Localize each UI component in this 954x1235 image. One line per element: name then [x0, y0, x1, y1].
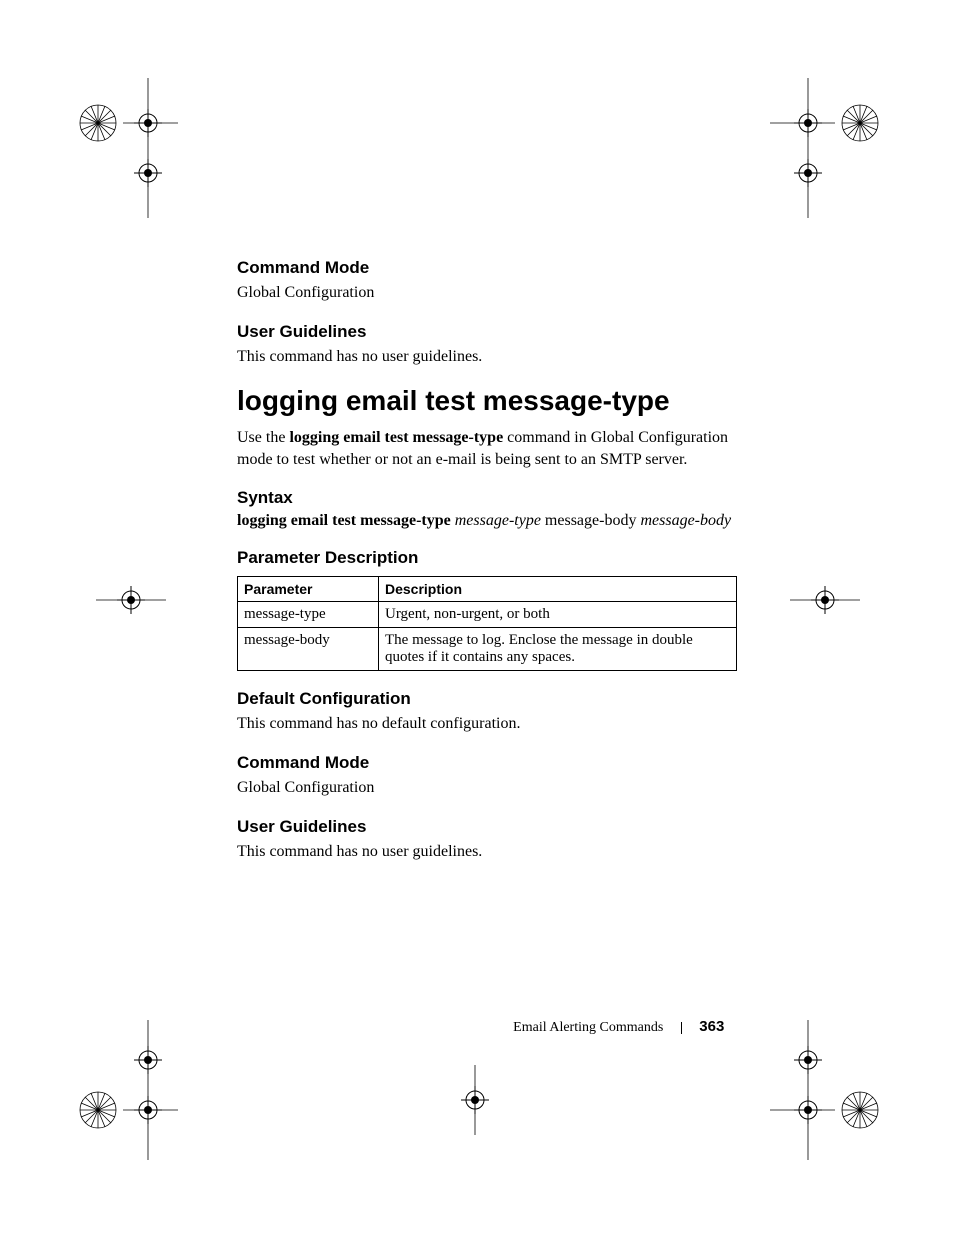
heading-default-config: Default Configuration: [237, 689, 737, 709]
page-footer: Email Alerting Commands 363: [0, 1018, 954, 1036]
cell-desc: Urgent, non-urgent, or both: [379, 602, 737, 628]
crop-mark-mid-left: [96, 580, 166, 620]
heading-user-guidelines-1: User Guidelines: [237, 322, 737, 342]
cell-param: message-body: [238, 628, 379, 671]
heading-user-guidelines-2: User Guidelines: [237, 817, 737, 837]
heading-parameter-description: Parameter Description: [237, 548, 737, 568]
cell-param: message-type: [238, 602, 379, 628]
syntax-cmd: logging email test message-type: [237, 512, 451, 529]
text-default-config: This command has no default configuratio…: [237, 713, 737, 735]
crop-mark-top-left: [78, 78, 178, 218]
text-command-mode-1: Global Configuration: [237, 282, 737, 304]
parameter-table: Parameter Description message-type Urgen…: [237, 576, 737, 671]
text-user-guidelines-2: This command has no user guidelines.: [237, 841, 737, 863]
text-command-mode-2: Global Configuration: [237, 777, 737, 799]
heading-command-mode-2: Command Mode: [237, 753, 737, 773]
crop-mark-top-right: [770, 78, 880, 218]
intro-pre: Use the: [237, 429, 289, 446]
cell-desc: The message to log. Enclose the message …: [379, 628, 737, 671]
text-user-guidelines-1: This command has no user guidelines.: [237, 346, 737, 368]
crop-mark-mid-right: [790, 580, 860, 620]
crop-mark-bottom-left: [78, 1020, 178, 1160]
footer-page-number: 363: [699, 1018, 724, 1035]
crop-mark-bottom-center: [445, 1065, 505, 1135]
syntax-arg1: message-type: [455, 512, 541, 529]
table-header-description: Description: [379, 577, 737, 602]
footer-chapter: Email Alerting Commands: [513, 1020, 663, 1035]
table-header-parameter: Parameter: [238, 577, 379, 602]
heading-syntax: Syntax: [237, 488, 737, 508]
heading-main: logging email test message-type: [237, 385, 737, 417]
syntax-line: logging email test message-type message-…: [237, 512, 737, 530]
table-row: message-body The message to log. Enclose…: [238, 628, 737, 671]
page-content: Command Mode Global Configuration User G…: [237, 258, 737, 880]
intro-cmd: logging email test message-type: [289, 429, 503, 446]
table-row: message-type Urgent, non-urgent, or both: [238, 602, 737, 628]
crop-mark-bottom-right: [770, 1020, 880, 1160]
syntax-mid: message-body: [545, 512, 641, 529]
text-intro: Use the logging email test message-type …: [237, 427, 737, 470]
syntax-arg2: message-body: [640, 512, 731, 529]
heading-command-mode-1: Command Mode: [237, 258, 737, 278]
footer-separator: [681, 1022, 682, 1034]
